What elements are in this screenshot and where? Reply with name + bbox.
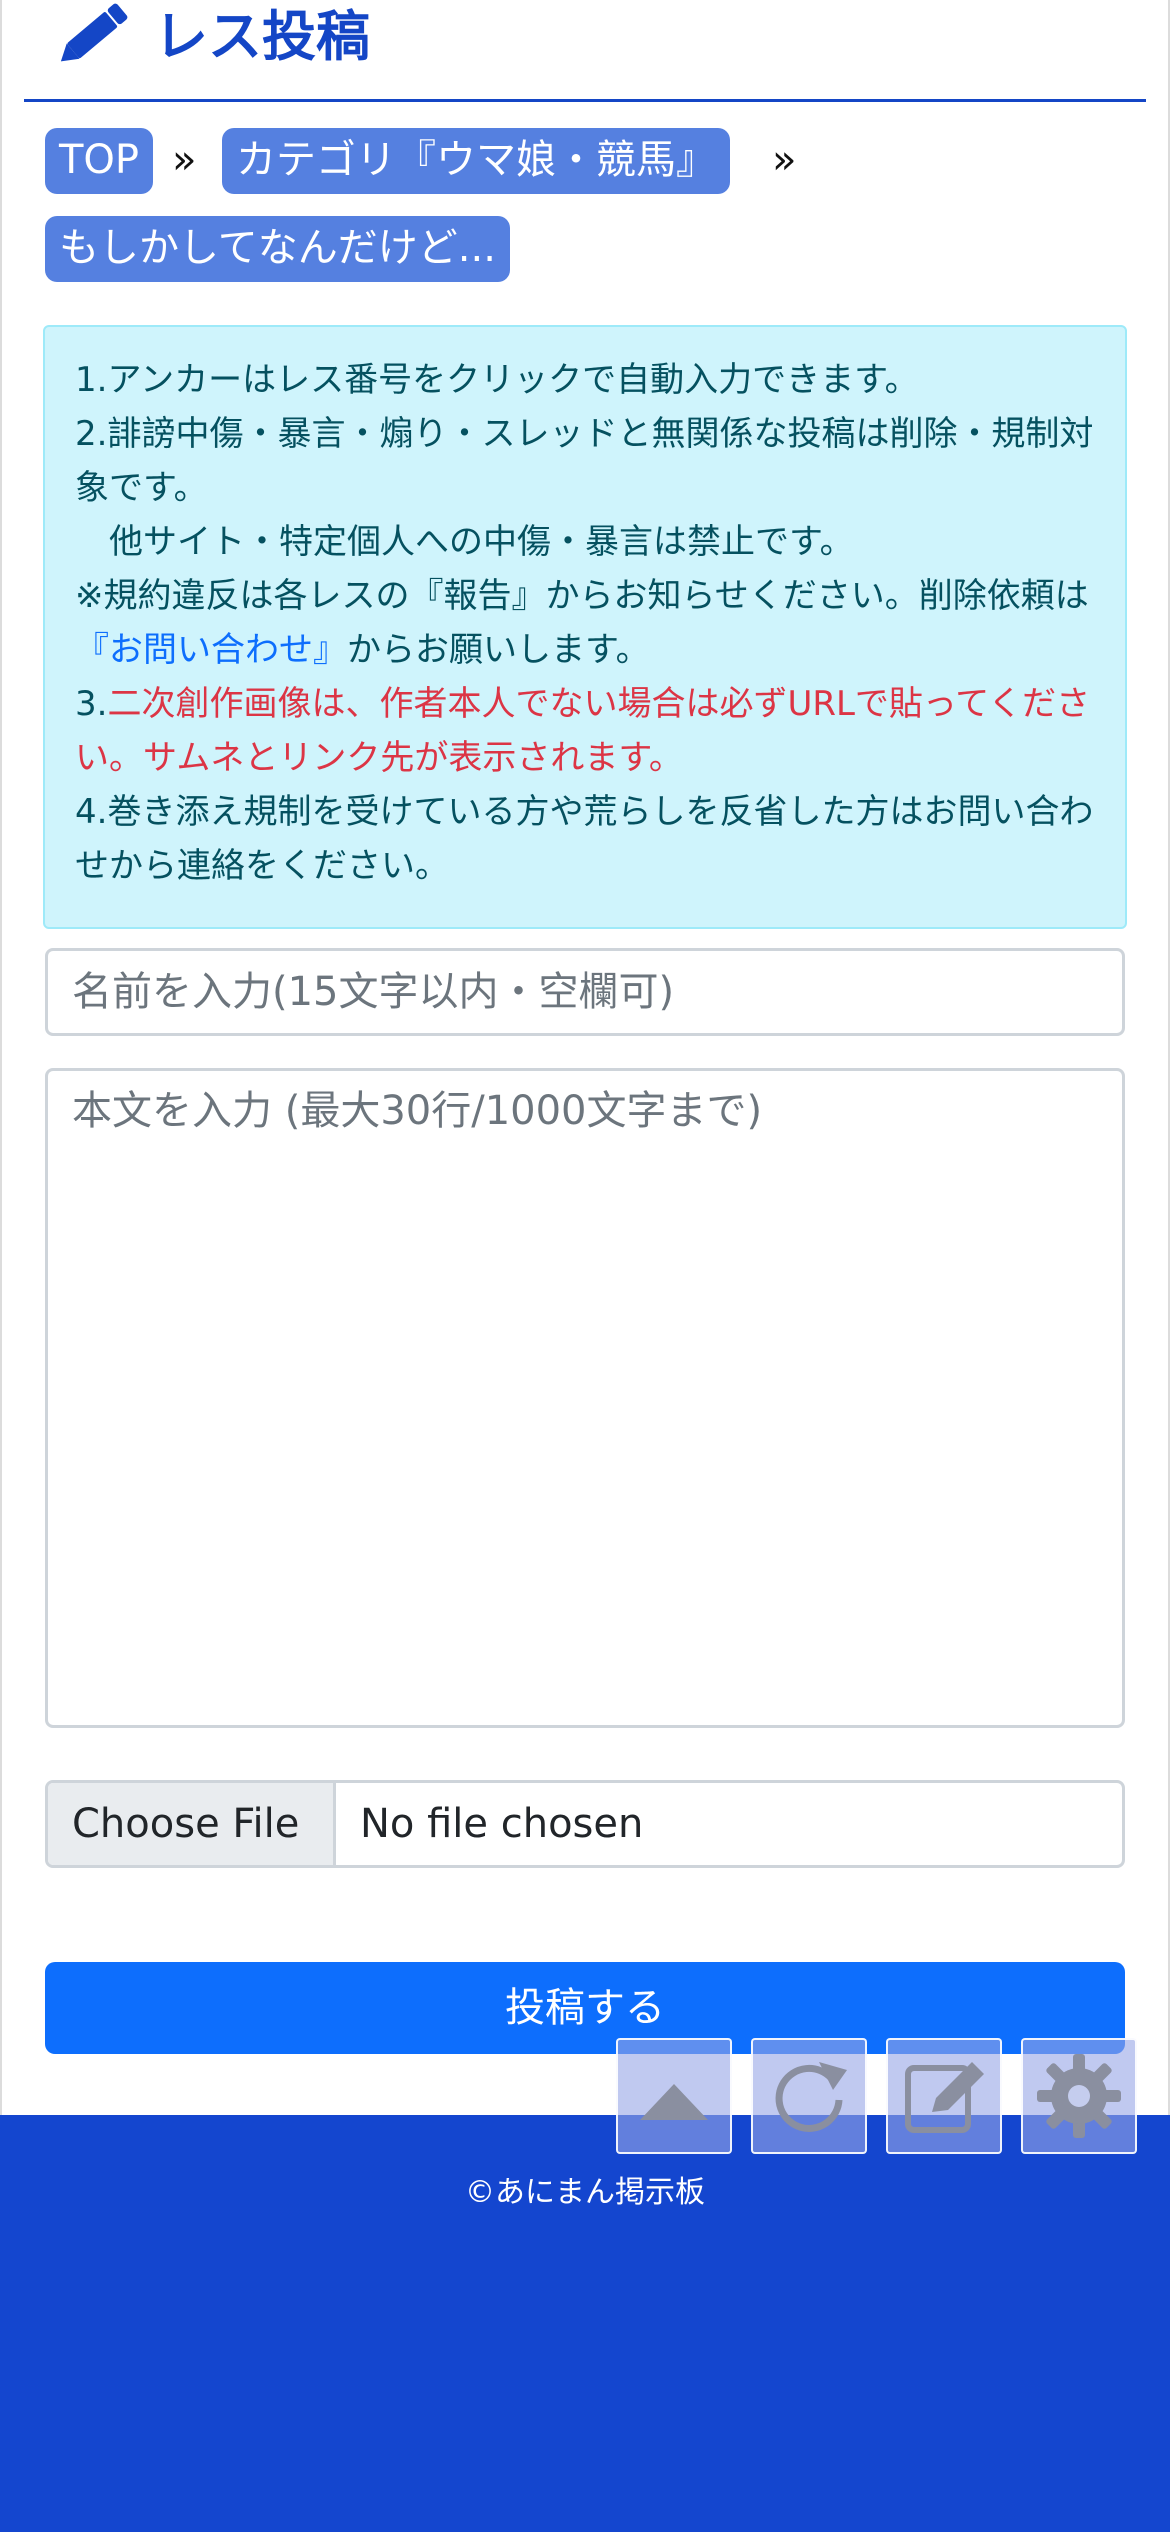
breadcrumb-separator: » — [772, 137, 797, 183]
notice-report-text: ※規約違反は各レスの『報告』からお知らせください。削除依頼は — [75, 576, 1089, 616]
reload-icon — [775, 2062, 847, 2132]
body-textarea[interactable] — [45, 1068, 1125, 1728]
page: レス投稿 TOP » カテゴリ『ウマ娘・競馬』 » もしかしてなんだけど... … — [0, 0, 1170, 2115]
edit-button[interactable] — [886, 2038, 1002, 2154]
contact-link[interactable]: 『お問い合わせ』 — [75, 630, 347, 670]
breadcrumb-top-link[interactable]: TOP — [45, 128, 154, 194]
notice-line-3-number: 3. — [75, 684, 108, 724]
choose-file-button[interactable]: Choose File — [48, 1783, 336, 1865]
notice-report-tail: からお願いします。 — [347, 630, 650, 670]
file-status: No file chosen — [360, 1801, 644, 1847]
breadcrumb-thread-link[interactable]: もしかしてなんだけど... — [45, 216, 510, 282]
breadcrumb-separator: » — [172, 137, 197, 183]
notice-line-3-warning: 二次創作画像は、作者本人でない場合は必ずURLで貼ってください。サムネとリンク先… — [75, 684, 1091, 778]
page-title: レス投稿 — [154, 5, 370, 68]
copyright-text: ©あにまん掲示板 — [465, 2175, 705, 2210]
file-upload[interactable]: Choose File No file chosen — [45, 1780, 1125, 1868]
name-input[interactable] — [45, 948, 1125, 1036]
notice-line-2c: ※規約違反は各レスの『報告』からお知らせください。削除依頼は『お問い合わせ』から… — [75, 569, 1095, 677]
notice-line-4: 4.巻き添え規制を受けている方や荒らしを反省した方はお問い合わせから連絡をくださ… — [75, 792, 1094, 886]
notice-line-1: 1.アンカーはレス番号をクリックで自動入力できます。 — [75, 360, 919, 400]
reload-button[interactable] — [751, 2038, 867, 2154]
settings-button[interactable] — [1021, 2038, 1137, 2154]
page-header: レス投稿 — [24, 0, 1146, 102]
settings-icon — [1037, 2054, 1121, 2138]
scroll-top-icon — [640, 2084, 708, 2120]
edit-icon — [905, 2062, 984, 2133]
page-border-left — [0, 0, 2, 2115]
notice-line-2: 2.誹謗中傷・暴言・煽り・スレッドと無関係な投稿は削除・規制対象です。 — [75, 414, 1094, 508]
breadcrumb-category-link[interactable]: カテゴリ『ウマ娘・競馬』 — [222, 128, 730, 194]
scroll-top-button[interactable] — [616, 2038, 732, 2154]
notice-box: 1.アンカーはレス番号をクリックで自動入力できます。 2.誹謗中傷・暴言・煽り・… — [43, 325, 1127, 929]
footer: ©あにまん掲示板 — [0, 2115, 1170, 2532]
notice-line-2b: 他サイト・特定個人への中傷・暴言は禁止です。 — [75, 522, 854, 562]
notice-line-3: 3.二次創作画像は、作者本人でない場合は必ずURLで貼ってください。サムネとリン… — [75, 677, 1095, 785]
pencil-icon — [60, 3, 128, 62]
